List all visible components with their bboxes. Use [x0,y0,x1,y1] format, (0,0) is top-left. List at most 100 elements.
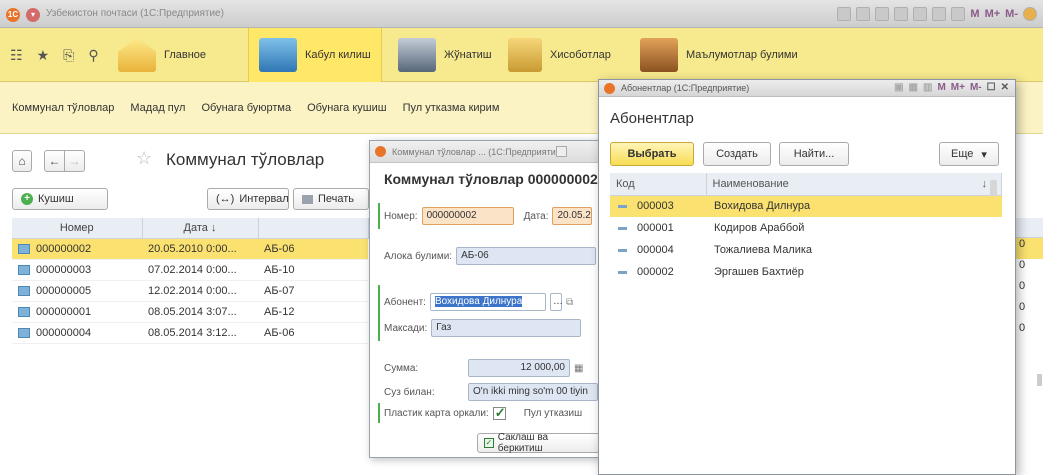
element-icon [618,270,627,274]
sum-field[interactable]: 12 000,00 [468,359,570,377]
section-main[interactable]: Главное [108,28,216,82]
documents-table[interactable]: Номер Дата ↓ 000000002 20.05.2010 0:00..… [12,218,369,344]
maximize-icon[interactable]: ☐ [987,82,996,93]
document-icon [18,285,30,296]
window-title: Узбекистон почтаси (1С:Предприятие) [46,8,224,19]
dept-field[interactable]: АБ-06 [456,247,597,265]
document-window-titlebar[interactable]: Коммунал тўловлар ... (1С:Предприятие) [370,141,600,163]
1c-logo-icon [375,146,386,157]
func-subscription-add[interactable]: Обунага кушиш [307,102,386,114]
chevron-down-icon: ▾ [981,148,987,161]
more-button[interactable]: Еще ▾ [939,142,999,166]
card-payment-checkbox[interactable] [492,405,506,421]
col-number[interactable]: Номер [12,218,143,239]
section-receive[interactable]: Кабул килиш [248,28,382,82]
col-name[interactable]: Наименование ↓ [706,173,1002,196]
building-icon [259,38,297,72]
find-button[interactable]: Найти... [779,142,849,166]
history-icon[interactable] [837,7,852,21]
table-row[interactable]: 000003 Вохидова Дилнура [610,195,1002,217]
section-send[interactable]: Жўнатиш [388,28,502,82]
table-row[interactable]: 000002 Эргашев Бахтиёр [610,261,1002,283]
memory-button[interactable]: M [970,8,979,20]
info-icon[interactable] [1023,7,1037,21]
subscribers-window-titlebar[interactable]: Абонентлар (1С:Предприятие) ▣ ▦ ▥ M M+ M… [599,80,1015,97]
required-marker [378,403,380,423]
table-row[interactable]: 000004 Тожалиева Малика [610,239,1002,261]
grid-icon[interactable] [932,7,947,21]
menu-arrow-icon[interactable]: ▾ [26,8,40,22]
table-row[interactable]: 000000001 08.05.2014 3:07... АБ-12 [12,301,368,323]
select-button[interactable]: … [549,293,563,311]
memory-plus-button[interactable]: M+ [951,82,965,93]
document-icon [18,327,30,338]
required-marker [378,203,380,229]
table-row[interactable]: 000001 Кодиров Араббой [610,217,1002,239]
document-window: Коммунал тўловлар ... (1С:Предприятие) К… [369,140,601,458]
func-subscription-order[interactable]: Обунага буюртма [201,102,291,114]
apps-grid-icon[interactable]: ☷ [10,47,23,64]
memory-minus-button[interactable]: M- [1005,8,1018,20]
printer-icon [302,194,313,204]
table-row[interactable]: 000000002 20.05.2010 0:00... АБ-06 [12,238,368,260]
favorite-star-icon[interactable]: ☆ [136,148,152,169]
save-and-close-button[interactable]: ✓ Саклаш ва беркитиш [477,432,600,454]
grid-icon[interactable]: ▥ [923,82,932,93]
boxes-icon [640,38,678,72]
func-communal-payments[interactable]: Коммунал тўловлар [12,102,114,114]
scrollbar[interactable] [990,180,997,196]
table-row[interactable]: 000000005 12.02.2014 0:00... АБ-07 [12,280,368,302]
home-button[interactable]: ⌂ [12,150,32,172]
link-icon[interactable] [875,7,890,21]
select-button[interactable]: Выбрать [610,142,694,166]
table-row[interactable]: 000000003 07.02.2014 0:00... АБ-10 [12,259,368,281]
attach-icon[interactable]: ▣ [894,82,903,93]
calc-icon[interactable] [894,7,909,21]
purpose-field[interactable]: Газ [431,319,582,337]
star-icon[interactable]: ★ [37,47,50,64]
func-aid-money[interactable]: Мадад пул [130,102,185,114]
table-icon[interactable] [951,7,966,21]
subscribers-heading: Абонентлар [610,110,694,127]
close-icon[interactable]: ✕ [1001,82,1009,93]
section-reports[interactable]: Хисоботлар [498,28,621,82]
main-titlebar: 1С ▾ Узбекистон почтаси (1С:Предприятие)… [0,0,1043,28]
search-icon[interactable]: ⚲ [88,47,98,64]
favorites-icon[interactable] [856,7,871,21]
element-icon [618,226,627,230]
add-button[interactable]: + Кушиш [12,188,108,210]
scroll-handle[interactable] [1037,374,1042,386]
window-icon[interactable] [556,146,567,157]
col-date[interactable]: Дата ↓ [142,218,259,239]
subscriber-field[interactable]: Вохидова Дилнура [429,293,546,311]
plus-icon: + [21,193,33,205]
col-dept[interactable] [258,218,369,239]
memory-button[interactable]: M [937,82,945,93]
table-row[interactable]: 000000004 08.05.2014 3:12... АБ-06 [12,322,368,344]
calculator-icon[interactable]: ▦ [574,363,583,374]
open-icon[interactable]: ⧉ [566,297,573,308]
print-button[interactable]: Печать [293,188,369,210]
reports-icon [508,38,542,72]
back-button[interactable]: ← [44,150,65,172]
sort-icon: ↓ [210,221,217,234]
subscribers-table[interactable]: Код Наименование ↓ 000003 Вохидова Дилнур… [610,173,1002,283]
1c-logo-icon [604,83,615,94]
memory-plus-button[interactable]: M+ [985,8,1001,20]
calendar-icon[interactable]: ▦ [909,82,918,93]
sort-icon: ↓ [981,177,988,190]
memory-minus-button[interactable]: M- [970,82,982,93]
sum-in-words-field[interactable]: O'n ikki ming so'm 00 tiyin [468,383,598,401]
save-check-icon: ✓ [484,438,494,448]
calendar-icon[interactable] [913,7,928,21]
1c-logo-icon[interactable]: 1С [6,8,20,22]
col-code[interactable]: Код [610,173,707,196]
func-transfer-income[interactable]: Пул утказма кирим [403,102,500,114]
forward-button[interactable]: → [64,150,85,172]
interval-button[interactable]: (↔) Интервал [207,188,289,210]
section-data[interactable]: Маълумотлар булими [630,28,808,82]
number-field[interactable]: 000000002 [421,207,514,225]
history-icon[interactable]: ⎘ [63,47,74,64]
date-field[interactable]: 20.05.2 [552,207,593,225]
create-button[interactable]: Создать [703,142,771,166]
